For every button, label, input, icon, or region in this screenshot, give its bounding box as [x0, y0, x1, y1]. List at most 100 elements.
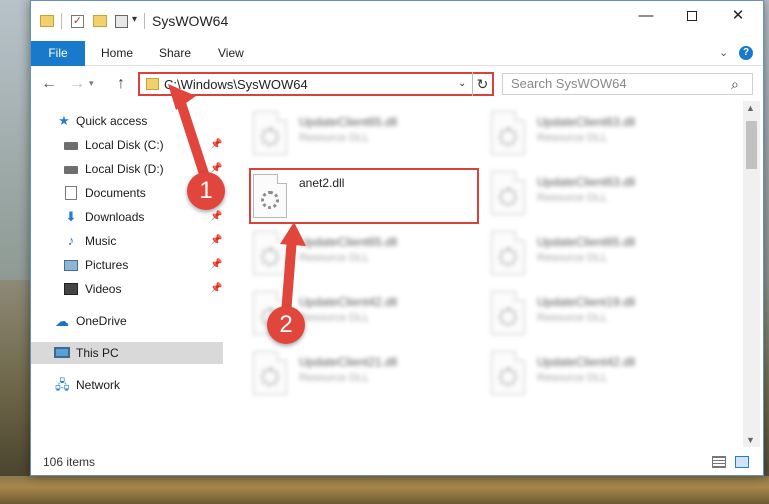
sidebar-item-label: Network: [76, 378, 121, 392]
ribbon-tabs: File Home Share View ⌄ ?: [31, 41, 763, 66]
sidebar-item-network[interactable]: 🖧 Network: [31, 374, 223, 396]
gear-icon: [499, 308, 517, 326]
toolbar-separator: [61, 13, 62, 29]
dll-file-icon: [491, 231, 525, 275]
file-tile-anet2-dll[interactable]: anet2.dll: [249, 168, 479, 224]
folder-icon: [40, 15, 54, 27]
dll-file-icon: [491, 291, 525, 335]
expand-ribbon-chevron-icon[interactable]: ⌄: [719, 46, 728, 59]
file-type: Resource DLL: [299, 132, 370, 144]
file-name: UpdateClient65.dll: [299, 235, 398, 249]
file-tile[interactable]: UpdateClient65.dll Resource DLL: [487, 225, 717, 281]
pin-icon[interactable]: 📌: [210, 235, 222, 246]
sidebar-item-label: Documents: [85, 186, 146, 200]
sidebar-item-label: Downloads: [85, 210, 145, 224]
search-input[interactable]: Search SysWOW64: [502, 73, 753, 95]
scroll-down-icon[interactable]: ▼: [746, 435, 755, 445]
step-badge-1: 1: [187, 172, 225, 210]
file-tile[interactable]: UpdateClient65.dll Resource DLL: [249, 105, 479, 161]
close-button[interactable]: ✕: [715, 1, 761, 31]
status-bar: 106 items: [31, 447, 763, 475]
address-bar[interactable]: C:\Windows\SysWOW64 ⌄ ↻: [138, 72, 494, 96]
folder-icon: [146, 78, 159, 90]
sidebar-item-label: OneDrive: [76, 314, 127, 328]
sidebar-item-this-pc[interactable]: This PC: [31, 342, 223, 364]
file-tile[interactable]: UpdateClient65.dll Resource DLL: [249, 225, 479, 281]
back-arrow-icon[interactable]: ←: [41, 75, 57, 93]
sidebar-item-onedrive[interactable]: ☁ OneDrive: [31, 310, 223, 332]
pin-icon[interactable]: 📌: [210, 283, 222, 294]
sidebar-item-label: Music: [85, 234, 117, 248]
forward-arrow-icon[interactable]: →: [69, 75, 85, 93]
computer-icon: [54, 347, 70, 358]
gear-icon: [499, 248, 517, 266]
search-icon[interactable]: ⌕: [731, 76, 739, 93]
title-separator: [144, 13, 145, 29]
navigation-pane: ★ Quick access Local Disk (C:) 📌 Local D…: [31, 101, 227, 447]
dll-file-icon: [491, 171, 525, 215]
file-type: Resource DLL: [299, 252, 370, 264]
tab-home[interactable]: Home: [101, 41, 133, 66]
dll-file-icon: [253, 231, 287, 275]
maximize-button[interactable]: [669, 1, 715, 31]
new-folder-icon[interactable]: [93, 15, 107, 27]
file-type: Resource DLL: [537, 192, 608, 204]
drive-icon: [64, 142, 78, 150]
file-name: UpdateClient42.dll: [299, 295, 398, 309]
vertical-scrollbar[interactable]: ▲ ▼: [743, 101, 760, 447]
gear-icon: [261, 191, 279, 209]
customize-toolbar-icon[interactable]: [115, 15, 128, 28]
sidebar-item-label: Pictures: [85, 258, 129, 272]
up-arrow-icon[interactable]: ↑: [117, 75, 125, 93]
file-explorer-window: ✓ ▾ SysWOW64 — ✕ File Home Share View ⌄ …: [30, 0, 764, 476]
title-bar: ✓ ▾ SysWOW64 — ✕: [31, 1, 763, 41]
scroll-up-icon[interactable]: ▲: [746, 103, 755, 113]
tab-share[interactable]: Share: [159, 41, 191, 66]
sidebar-item-quick-access[interactable]: ★ Quick access: [31, 110, 223, 132]
file-tile[interactable]: UpdateClient63.dll Resource DLL: [487, 165, 717, 221]
chevron-down-icon[interactable]: ▾: [132, 14, 137, 25]
documents-icon: [65, 186, 77, 200]
minimize-button[interactable]: —: [623, 1, 669, 31]
pin-icon[interactable]: 📌: [210, 211, 222, 222]
scroll-thumb[interactable]: [746, 121, 757, 169]
file-type: Resource DLL: [537, 312, 608, 324]
refresh-icon[interactable]: ↻: [472, 72, 492, 96]
sidebar-item-music[interactable]: ♪ Music 📌: [31, 230, 223, 252]
sidebar-item-pictures[interactable]: Pictures 📌: [31, 254, 223, 276]
large-icons-view-icon[interactable]: [735, 456, 749, 468]
file-tile[interactable]: UpdateClient63.dll Resource DLL: [487, 105, 717, 161]
dll-file-icon: [491, 351, 525, 395]
file-list: UpdateClient65.dll Resource DLL UpdateCl…: [227, 101, 743, 447]
tab-file[interactable]: File: [31, 41, 85, 66]
file-tile[interactable]: UpdateClient21.dll Resource DLL: [249, 345, 479, 401]
file-name: UpdateClient19.dll: [537, 295, 636, 309]
file-tile[interactable]: UpdateClient42.dll Resource DLL: [487, 345, 717, 401]
recent-locations-chevron-icon[interactable]: ▾: [89, 78, 94, 89]
file-name: UpdateClient63.dll: [537, 175, 636, 189]
address-path[interactable]: C:\Windows\SysWOW64: [164, 77, 308, 92]
sidebar-item-local-disk-c[interactable]: Local Disk (C:) 📌: [31, 134, 223, 156]
network-icon: 🖧: [55, 377, 70, 392]
chevron-down-icon[interactable]: ⌄: [458, 78, 466, 89]
file-type: Resource DLL: [537, 372, 608, 384]
tab-view[interactable]: View: [218, 41, 244, 66]
pin-icon[interactable]: 📌: [210, 259, 222, 270]
file-type: Resource DLL: [299, 372, 370, 384]
properties-check-icon[interactable]: ✓: [71, 15, 84, 28]
file-tile[interactable]: UpdateClient19.dll Resource DLL: [487, 285, 717, 341]
sidebar-item-label: Videos: [85, 282, 122, 296]
help-icon[interactable]: ?: [739, 46, 753, 60]
pin-icon[interactable]: 📌: [210, 139, 222, 150]
downloads-icon: ⬇: [65, 209, 77, 224]
desktop-background-bottom: [0, 476, 769, 504]
file-name: UpdateClient63.dll: [537, 115, 636, 129]
gear-icon: [499, 368, 517, 386]
gear-icon: [499, 128, 517, 146]
sidebar-item-downloads[interactable]: ⬇ Downloads 📌: [31, 206, 223, 228]
sidebar-item-videos[interactable]: Videos 📌: [31, 278, 223, 300]
file-name: anet2.dll: [299, 176, 345, 190]
dll-file-icon: [491, 111, 525, 155]
details-view-icon[interactable]: [712, 456, 726, 468]
gear-icon: [261, 128, 279, 146]
